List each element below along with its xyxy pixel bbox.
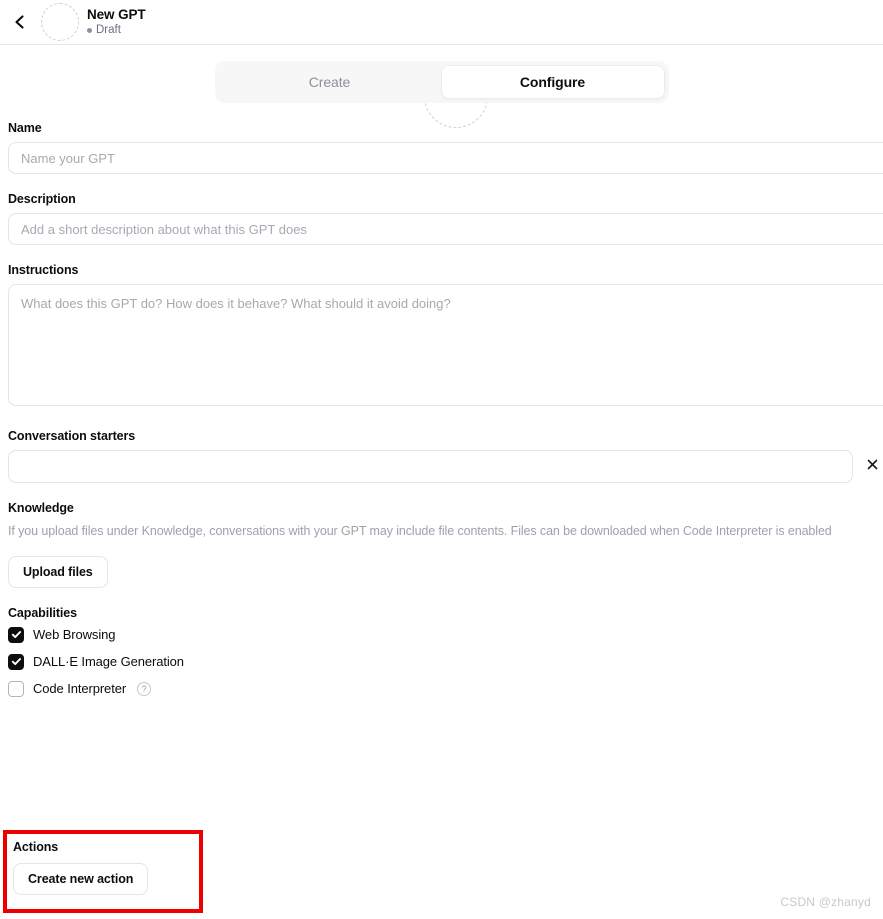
instructions-section: Instructions xyxy=(8,263,883,411)
tab-configure[interactable]: Configure xyxy=(440,65,665,99)
instructions-label: Instructions xyxy=(8,263,79,277)
watermark: CSDN @zhanyd xyxy=(780,895,871,909)
name-input[interactable] xyxy=(8,142,883,174)
tab-group: Create Configure xyxy=(214,61,669,103)
name-section: Name xyxy=(8,121,883,174)
close-icon xyxy=(866,458,879,476)
knowledge-help-text: If you upload files under Knowledge, con… xyxy=(8,524,832,538)
capability-label: Code Interpreter xyxy=(33,681,127,697)
actions-highlight-box: Actions Create new action xyxy=(3,830,203,913)
conversation-starter-input[interactable] xyxy=(8,450,853,483)
conversation-starters-label: Conversation starters xyxy=(8,429,136,443)
instructions-textarea[interactable] xyxy=(8,284,883,406)
remove-starter-button[interactable] xyxy=(861,456,883,478)
create-new-action-button[interactable]: Create new action xyxy=(13,863,149,895)
capability-label: DALL·E Image Generation xyxy=(33,654,184,670)
description-input[interactable] xyxy=(8,213,883,245)
knowledge-section: Knowledge If you upload files under Know… xyxy=(8,501,883,588)
upload-files-button[interactable]: Upload files xyxy=(8,555,108,588)
checkbox-checked-icon[interactable] xyxy=(8,653,24,670)
actions-section: Actions Create new action xyxy=(7,834,199,895)
status-label: Draft xyxy=(96,24,121,37)
knowledge-label: Knowledge xyxy=(8,501,74,515)
status-badge: Draft xyxy=(87,24,146,37)
status-dot-icon xyxy=(87,28,92,34)
tab-create[interactable]: Create xyxy=(219,65,441,99)
actions-label: Actions xyxy=(13,840,59,854)
description-label: Description xyxy=(8,192,76,206)
back-button[interactable] xyxy=(8,10,32,34)
checkbox-unchecked-icon[interactable] xyxy=(8,680,24,697)
app-header: New GPT Draft xyxy=(0,0,883,45)
capability-dalle-image-generation[interactable]: DALL·E Image Generation xyxy=(8,653,883,670)
page-title: New GPT xyxy=(87,6,146,22)
description-section: Description xyxy=(8,192,883,245)
gpt-avatar-placeholder[interactable] xyxy=(41,3,79,41)
conversation-starter-row xyxy=(8,450,883,483)
conversation-starters-section: Conversation starters xyxy=(8,429,883,483)
capability-web-browsing[interactable]: Web Browsing xyxy=(8,626,883,643)
help-question-icon[interactable]: ? xyxy=(137,681,152,696)
configure-form: Name Description Instructions Conversati… xyxy=(0,121,883,697)
tab-bar: Create Configure xyxy=(0,45,883,103)
capabilities-label: Capabilities xyxy=(8,605,77,620)
capabilities-section: Capabilities Web Browsing DALL·E Image G… xyxy=(8,606,883,697)
checkbox-checked-icon[interactable] xyxy=(8,626,24,643)
capability-code-interpreter[interactable]: Code Interpreter ? xyxy=(8,680,883,697)
chevron-left-icon xyxy=(11,13,29,31)
header-text-group: New GPT Draft xyxy=(87,7,146,38)
capability-label: Web Browsing xyxy=(33,627,116,643)
